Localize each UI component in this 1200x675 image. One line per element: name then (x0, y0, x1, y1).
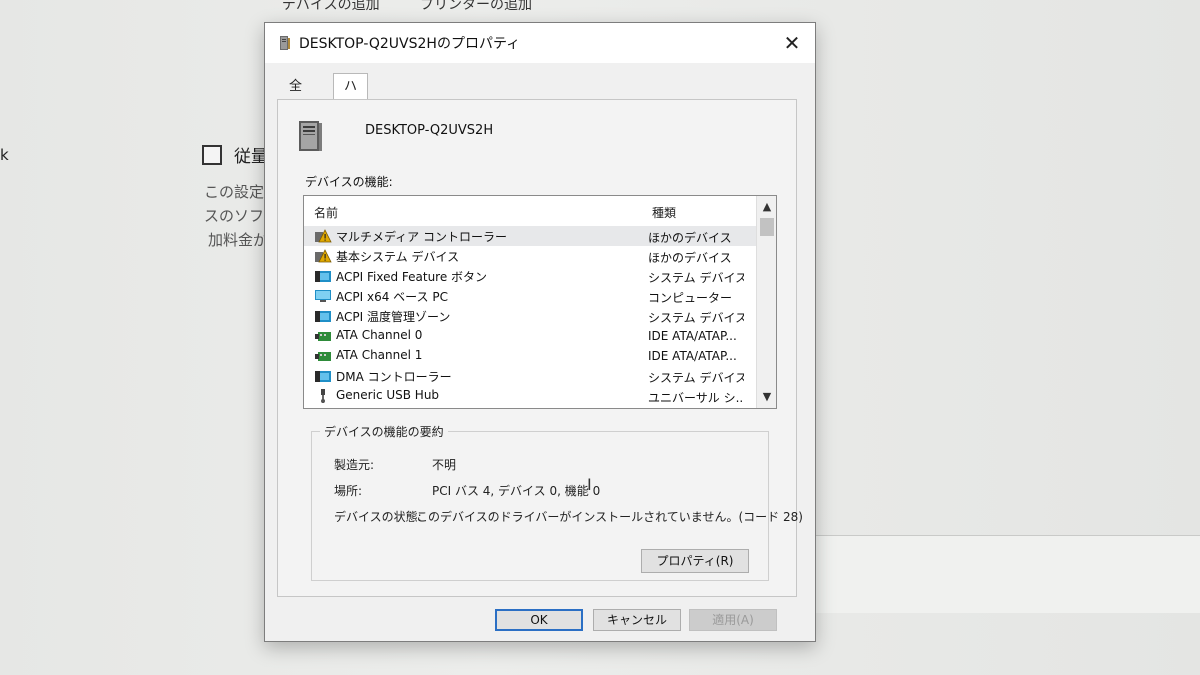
close-icon: ✕ (783, 31, 801, 55)
location-label: 場所: (334, 484, 363, 498)
properties-dialog: DESKTOP-Q2UVS2Hのプロパティ ✕ 全般 ハードウェア DESKTO… (264, 22, 816, 642)
row-name: ACPI 温度管理ゾーン (336, 310, 451, 324)
usb-icon (321, 389, 325, 403)
system-device-icon (315, 311, 331, 322)
list-scrollbar[interactable]: ▲ ▼ (756, 196, 776, 408)
warning-device-icon (315, 229, 332, 243)
dialog-title: DESKTOP-Q2UVS2Hのプロパティ (299, 36, 521, 52)
system-device-icon (315, 271, 331, 282)
list-row[interactable]: Generic USB Hub ユニバーサル シ... (304, 386, 756, 406)
device-status-value: このデバイスのドライバーがインストールされていません。(コード 28) (416, 510, 803, 524)
list-row[interactable]: 基本システム デバイス ほかのデバイス (304, 246, 756, 266)
manufacturer-label: 製造元: (334, 458, 375, 472)
left-edge-text: k (0, 146, 9, 164)
summary-legend: デバイスの機能の要約 (320, 423, 448, 440)
row-type: IDE ATA/ATAP... (648, 329, 737, 343)
row-name: ATA Channel 0 (336, 328, 423, 342)
scroll-up-icon[interactable]: ▲ (757, 198, 776, 216)
metered-checkbox[interactable] (202, 145, 222, 165)
column-header-type[interactable]: 種類 (652, 204, 676, 221)
row-name: Generic USB Hub (336, 388, 440, 402)
computer-tower-icon (299, 121, 322, 151)
manufacturer-value: 不明 (432, 458, 457, 472)
row-type: システム デバイス (648, 271, 744, 285)
row-type: システム デバイス (648, 371, 744, 385)
list-row[interactable]: マルチメディア コントローラー ほかのデバイス (304, 226, 756, 246)
row-type: ほかのデバイス (648, 231, 732, 245)
list-row[interactable]: DMA コントローラー システム デバイス (304, 366, 756, 386)
list-row[interactable]: ACPI 温度管理ゾーン システム デバイス (304, 306, 756, 326)
location-value: PCI バス 4, デバイス 0, 機能 0 (432, 484, 601, 498)
ide-controller-icon (315, 332, 331, 341)
functions-label: デバイスの機能: (305, 175, 393, 189)
column-header-name[interactable]: 名前 (314, 204, 338, 221)
row-name: ATA Channel 1 (336, 348, 423, 362)
list-header: 名前 種類 (304, 196, 756, 224)
list-row[interactable]: ACPI x64 ベース PC コンピューター (304, 286, 756, 306)
ide-controller-icon (315, 352, 331, 361)
list-row[interactable]: ATA Channel 1 IDE ATA/ATAP... (304, 346, 756, 366)
cancel-button[interactable]: キャンセル (593, 609, 681, 631)
list-row[interactable]: ATA Channel 0 IDE ATA/ATAP... (304, 326, 756, 346)
row-type: コンピューター (648, 291, 733, 305)
apply-button[interactable]: 適用(A) (689, 609, 777, 631)
row-type: ユニバーサル シ... (648, 391, 744, 405)
device-functions-list[interactable]: 名前 種類 マルチメディア コントローラー ほかのデバイス 基本システム デバイ… (303, 195, 777, 409)
list-row[interactable]: ACPI Fixed Feature ボタン システム デバイス (304, 266, 756, 286)
close-button[interactable]: ✕ (777, 29, 807, 57)
system-device-icon (315, 371, 331, 382)
warning-device-icon (315, 249, 332, 263)
device-properties-button[interactable]: プロパティ(R) (641, 549, 749, 573)
add-printer-link[interactable]: プリンターの追加 (420, 0, 532, 13)
tab-hardware[interactable]: ハードウェア (333, 73, 369, 224)
add-device-link[interactable]: デバイスの追加 (282, 0, 380, 13)
row-type: IDE ATA/ATAP... (648, 349, 737, 363)
background-toolbar: デバイスの追加 プリンターの追加 (282, 0, 568, 14)
row-name: マルチメディア コントローラー (336, 230, 507, 244)
row-name: DMA コントローラー (336, 370, 452, 384)
background-panel (790, 535, 1200, 613)
ok-button[interactable]: OK (495, 609, 583, 631)
row-name: 基本システム デバイス (336, 250, 460, 264)
computer-icon (315, 290, 331, 302)
row-name: ACPI Fixed Feature ボタン (336, 270, 488, 284)
row-type: システム デバイス (648, 311, 744, 325)
device-status-label: デバイスの状態: (334, 510, 422, 524)
row-type: ほかのデバイス (648, 251, 732, 265)
tab-general[interactable]: 全般 (279, 75, 312, 118)
scrollbar-thumb[interactable] (760, 218, 774, 236)
dialog-titlebar[interactable]: DESKTOP-Q2UVS2Hのプロパティ ✕ (265, 23, 815, 63)
device-name: DESKTOP-Q2UVS2H (365, 123, 494, 138)
computer-icon (280, 36, 290, 50)
scroll-down-icon[interactable]: ▼ (757, 388, 776, 406)
text-cursor-icon: I (587, 475, 592, 494)
row-name: ACPI x64 ベース PC (336, 290, 448, 304)
